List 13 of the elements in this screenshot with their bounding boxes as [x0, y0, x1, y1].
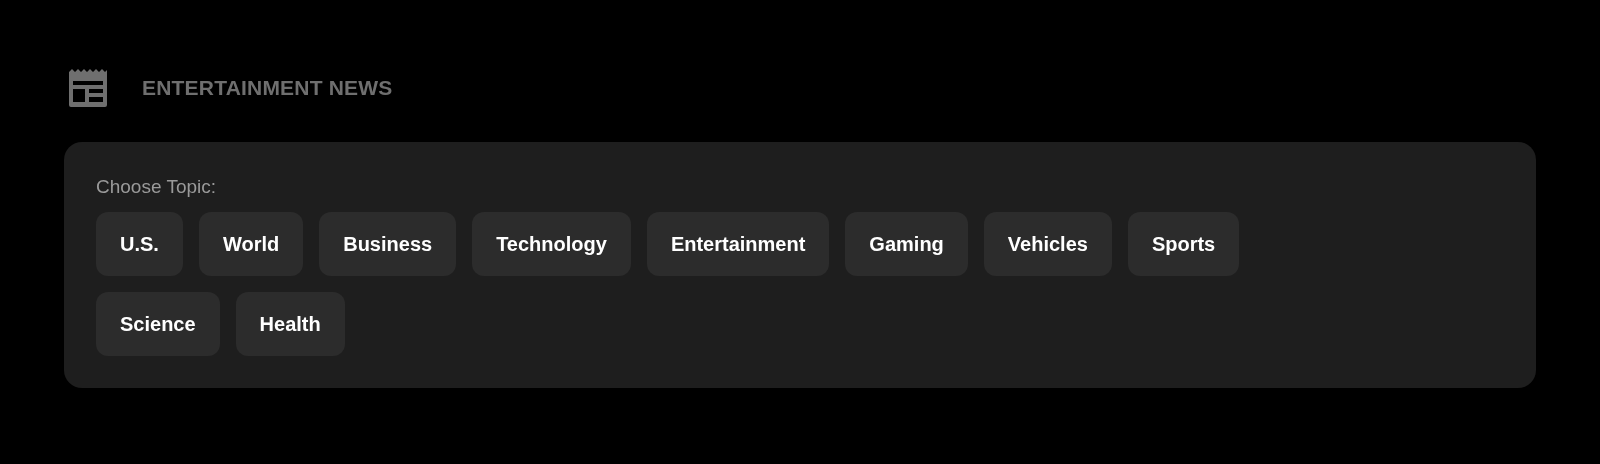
topic-chip[interactable]: Vehicles: [983, 212, 1112, 276]
topic-chip[interactable]: Science: [96, 292, 220, 356]
topic-chip[interactable]: Technology: [472, 212, 631, 276]
topic-chip[interactable]: Sports: [1127, 212, 1240, 276]
section-title: ENTERTAINMENT NEWS: [142, 76, 393, 100]
topic-chip[interactable]: World: [198, 212, 304, 276]
topic-chip[interactable]: U.S.: [96, 212, 183, 276]
topic-chip[interactable]: Entertainment: [646, 212, 830, 276]
topic-chip[interactable]: Business: [319, 212, 457, 276]
newspaper-icon: [68, 69, 108, 107]
topic-label: Choose Topic:: [96, 176, 217, 198]
topic-chip[interactable]: Health: [235, 292, 345, 356]
topic-chip[interactable]: Gaming: [845, 212, 968, 276]
